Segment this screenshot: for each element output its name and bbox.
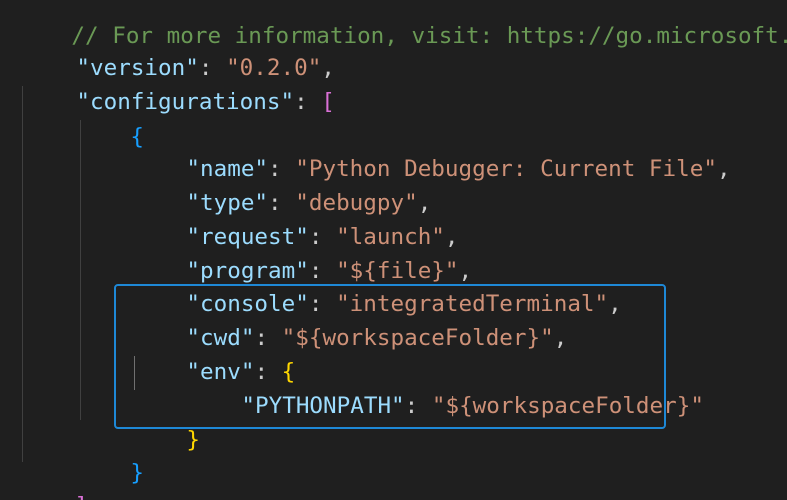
code-line-request: "request": "launch", — [186, 224, 459, 250]
close-brace: } — [186, 427, 201, 453]
code-line-close-bracket: ] — [20, 455, 88, 500]
code-line-open-brace: { — [76, 86, 144, 150]
code-line-configurations: "configurations": [ — [76, 89, 335, 115]
code-line-console: "console": "integratedTerminal", — [186, 291, 622, 317]
code-line-program: "program": "${file}", — [186, 258, 473, 284]
code-line-name: "name": "Python Debugger: Current File", — [186, 156, 731, 182]
code-editor[interactable]: // For more information, visit: https://… — [0, 0, 787, 500]
highlight-annotation-box — [114, 284, 666, 429]
code-line-version: "version": "0.2.0", — [76, 55, 335, 81]
open-bracket: [ — [321, 89, 335, 115]
code-line-type: "type": "debugpy", — [186, 190, 432, 216]
close-bracket: ] — [74, 493, 88, 500]
close-brace: } — [130, 460, 145, 486]
